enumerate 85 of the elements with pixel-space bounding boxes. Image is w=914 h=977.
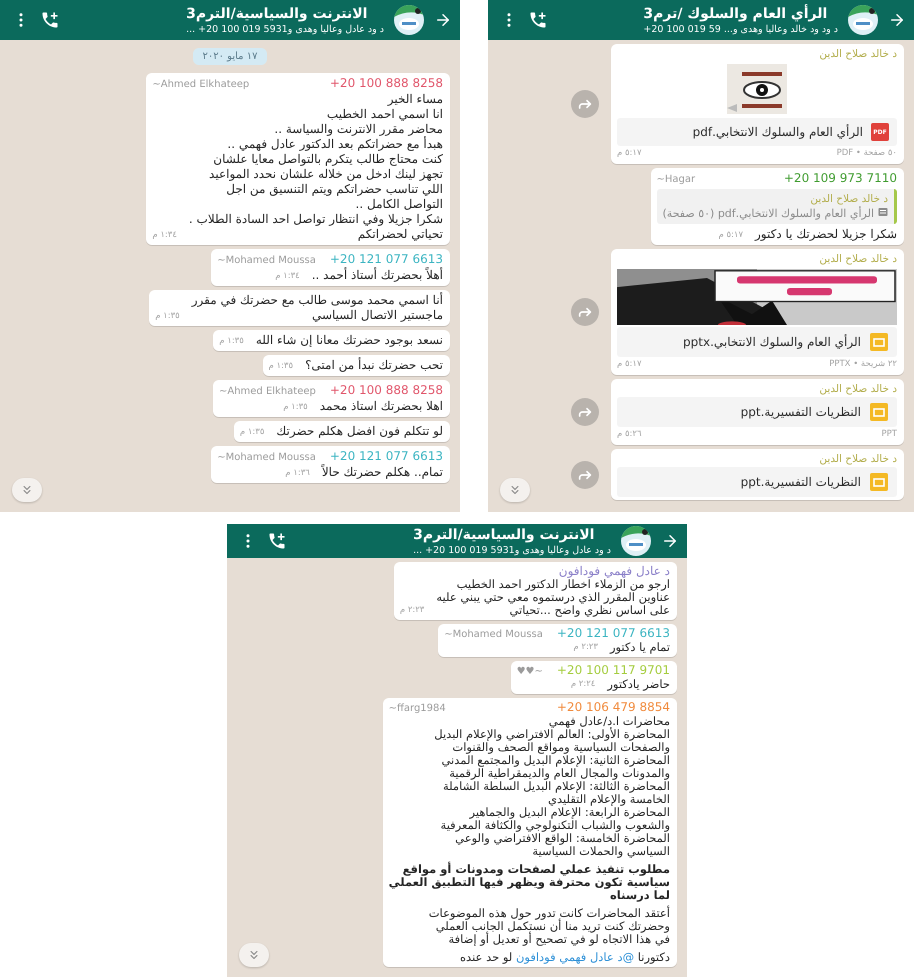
message-text: أنا اسمي محمد موسى طالب مع حضرتك في مقرر ماجستير الاتصال السياسي: [192, 293, 443, 323]
sender-phone: +20 121 077 6613: [330, 449, 443, 464]
message-time: ٥:١٧ م: [718, 229, 744, 242]
scroll-down-button[interactable]: [239, 943, 269, 967]
message-time: ١:٣٥ م: [240, 426, 264, 439]
message-time: ١:٣٤ م: [275, 270, 300, 283]
file-name: النظريات التفسيرية.ppt: [740, 405, 861, 419]
message-text: اهلا بحضرتك استاذ محمد: [320, 399, 443, 414]
sender-name: ~ffarg1984: [388, 702, 446, 715]
sender-phone: +20 121 077 6613: [330, 252, 443, 267]
chat-title: الانترنت والسياسية/الترم3: [413, 526, 594, 544]
back-icon[interactable]: [434, 11, 452, 29]
participants-list: د ود عادل وعاليا وهدى و+20 100 019 5931 ...: [413, 544, 611, 556]
message-text: مساء الخير انا اسمي احمد الخطيب محاضر مقرر الانترنت والسياسة .. هبدأ مع حضراتكم بعد الدكتور عادل فهمي .. كنت محتاج طالب يتكرم بالتواصل معايا علشان تجهز لينك ادخل من خلاله علشان نحدد المواعيد اللي تناسب حضراتكم ويتم التنسيق من اجل التواصل الكامل .. شكرا جزيلا وفي انتظار تواصل احد السادة الطلاب . تحياتي لحضراتكم: [188, 92, 443, 242]
add-call-icon[interactable]: [40, 10, 60, 30]
file-attachment[interactable]: النظريات التفسيرية.ppt: [617, 467, 897, 497]
add-call-icon[interactable]: [528, 10, 548, 30]
chat-title: الانترنت والسياسية/الترم3: [186, 4, 368, 22]
file-attachment[interactable]: الرأي العام والسلوك الانتخابي.pptx: [617, 327, 897, 357]
quote-author: د خالد صلاح الدين: [809, 192, 888, 206]
slides-file-icon: [869, 332, 889, 352]
sender-name: د خالد صلاح الدين: [818, 47, 897, 62]
sender-phone: +20 100 888 8258: [330, 76, 443, 91]
message-text: محاضرات ا.د/عادل فهمي المحاضرة الأولى: العالم الافتراضي والإعلام البديل والصفحات السياسية ومواقع الصحف والقنوات المحاضرة الثانية: الإعلام البديل والمجتمع المدني والمدونات والمجال العام والديمقراطية الرقمية المحاضرة الثالثة: الإعلام البديل السلطة الشاملة الخامسة والإعلام التقليدي المحاضرة الرابعة: الإعلام البديل والجماهير والشعوب والشباب التكنولوجي والكثافة المعرفية المحاضرة الخامسة: الواقع الافتراضي والوعي السياسي والحملات السياسية: [433, 715, 670, 858]
message-text: حاضر يادكتور: [607, 678, 670, 691]
message-time: ٥:٢٦ م: [617, 428, 642, 441]
message-time: ١:٣٦ م: [285, 467, 310, 480]
date-label: ١٧ مايو ٢٠٢٠: [192, 48, 268, 65]
sender-name: د خالد صلاح الدين: [818, 252, 897, 267]
message-text: ارجو من الزملاء اخطار الدكتور احمد الخطيب عناوين المقرر الذي درستموه معي حتي يبني عليه على اساس نظري واضح ...تحياتي: [436, 578, 670, 617]
sender-name: ~Hagar: [656, 173, 696, 187]
message-time: ١:٣٥ م: [155, 310, 180, 323]
message-time: ٢:٢٣ م: [400, 604, 424, 617]
sender-name: ♥♥~: [516, 665, 543, 678]
chat-title: الرأي العام والسلوك /ترم3: [643, 4, 828, 22]
slides-file-icon: [869, 472, 889, 492]
back-icon[interactable]: [661, 532, 679, 550]
message-text: تمام يا دكتور: [610, 641, 670, 654]
sender-name: ~Mohamed Moussa: [444, 628, 543, 641]
sender-name: ~Ahmed Elkhateep: [218, 385, 316, 399]
message-time: ٥:١٧ م: [617, 358, 642, 371]
document-icon: [878, 207, 888, 217]
message-time: ١:٣٥ م: [268, 360, 294, 373]
message-time: ١:٣٥ م: [219, 335, 244, 348]
file-name: الرأي العام والسلوك الانتخابي.pdf: [692, 125, 863, 139]
sender-phone: +20 100 117 9701: [556, 664, 670, 677]
file-info: PPT: [882, 428, 897, 441]
message-text: نسعد بوجود حضرتك معانا إن شاء الله: [256, 333, 443, 348]
slides-file-icon: [869, 402, 889, 422]
file-name: النظريات التفسيرية.ppt: [740, 475, 861, 489]
sender-name: ~Ahmed Elkhateep: [152, 78, 250, 92]
sender-name: ~Mohamed Moussa: [217, 254, 316, 268]
message-text: أهلاً بحضرتك أستاذ أحمد ..: [312, 268, 443, 283]
sender-name: د خالد صلاح الدين: [818, 382, 897, 397]
message-text: تحب حضرتك نبدأ من امتى؟: [305, 358, 443, 373]
message-time: ٥:١٧ م: [617, 147, 642, 160]
message-text: أعتقد المحاضرات كانت تدور حول هذه الموضوعات وحضرتك كنت تريد منا أن نستكمل الجانب العملي في هذا الاتجاه لو في تصحيح أو تعديل أو إضافة: [428, 907, 670, 946]
sender-phone: +20 106 479 8854: [556, 701, 670, 714]
add-call-icon[interactable]: [267, 531, 287, 551]
quote-text: الرأي العام والسلوك الانتخابي.pdf (٥٠ صفحة): [662, 207, 874, 221]
sender-phone: +20 121 077 6613: [556, 627, 670, 640]
participants-list: د ود ود خالد وعاليا وهدى و... +20 100 019 59: [643, 22, 838, 36]
message-time: ١:٣٤ م: [152, 229, 177, 242]
message-time: ١:٣٥ م: [283, 401, 308, 414]
sender-name: د عادل فهمي فودافون: [558, 565, 670, 578]
message-time: ٢:٢٣ م: [573, 641, 598, 654]
back-icon[interactable]: [888, 11, 906, 29]
message-text: لو تتكلم فون افضل هكلم حضرتك: [276, 424, 443, 439]
message-text: شكرا جزيلا لحضرتك يا دكتور: [755, 227, 897, 242]
scroll-down-button[interactable]: [12, 478, 42, 502]
sender-name: د خالد صلاح الدين: [818, 452, 897, 467]
message-time: ٢:٢٤ م: [570, 678, 596, 691]
mention-link[interactable]: @د عادل فهمي فودافون: [516, 950, 634, 964]
sender-phone: +20 100 888 8258: [330, 383, 443, 398]
file-attachment[interactable]: النظريات التفسيرية.ppt: [617, 397, 897, 427]
sender-name: ~Mohamed Moussa: [217, 451, 316, 465]
file-info: ٥٠ صفحة • PDF: [836, 147, 897, 160]
message-text: تمام.. هكلم حضرتك حالاً: [322, 465, 443, 480]
message-text: مطلوب تنفيذ عملي لصفحات ومدونات أو مواقع سياسية تكون محترفة ويظهر فيها التطبيق العملي لما درسناه: [388, 863, 670, 902]
file-name: الرأي العام والسلوك الانتخابي.pptx: [683, 335, 861, 349]
message-text: دكتورنا @د عادل فهمي فودافون لو حد عنده: [459, 951, 670, 964]
sender-phone: +20 109 973 7110: [784, 171, 897, 186]
file-info: ٢٢ شريحة • PPTX: [829, 358, 897, 371]
participants-list: د ود عادل وعاليا وهدى و+20 100 019 5931 ...: [186, 22, 384, 36]
scroll-down-button[interactable]: [500, 478, 530, 502]
